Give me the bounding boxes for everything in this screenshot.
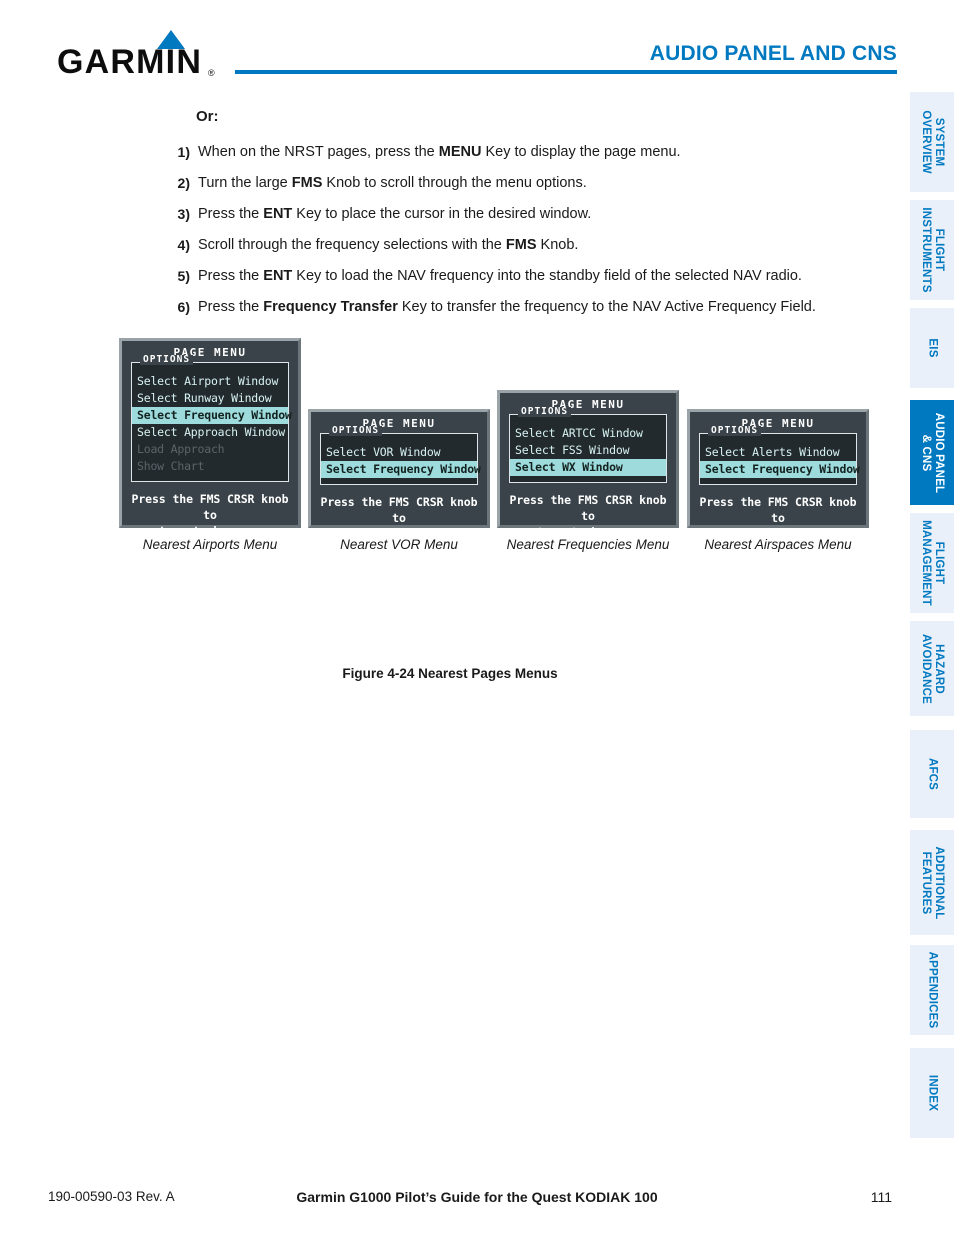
menu-footer-line1: Press the FMS CRSR knob to [699, 495, 857, 525]
menu-caption: Nearest Airspaces Menu [704, 537, 852, 552]
step-number: 6) [177, 299, 190, 315]
menu-footer-line1: Press the FMS CRSR knob to [320, 495, 478, 525]
sidebar-tab-label: FLIGHT INSTRUMENTS [920, 207, 945, 293]
step-text: Scroll through the frequency selections … [198, 237, 579, 253]
step-number: 5) [177, 268, 190, 284]
garmin-registered-mark: ® [208, 68, 215, 78]
g1000-page-menu: PAGE MENU OPTIONS Select Alerts Window Sele… [687, 409, 869, 541]
step-text: Turn the large FMS Knob to scroll throug… [198, 175, 587, 191]
menu-caption: Nearest Frequencies Menu [506, 537, 670, 552]
step-item: 3) Press the ENT Key to place the cursor … [168, 206, 868, 223]
menu-option-item: Load Approach [137, 442, 225, 456]
section-tabs-sidebar: SYSTEM OVERVIEW FLIGHT INSTRUMENTS EIS AUDIO … [910, 0, 954, 1235]
menu-option-item[interactable]: Select Alerts Window [700, 444, 856, 461]
header-rule [235, 70, 897, 74]
step-number: 1) [177, 144, 190, 160]
menu-caption: Nearest Airports Menu [142, 537, 278, 552]
sidebar-tab-flight-instruments[interactable]: FLIGHT INSTRUMENTS [910, 200, 954, 300]
sidebar-tab-system-overview[interactable]: SYSTEM OVERVIEW [910, 92, 954, 192]
garmin-wordmark: GARMIN [57, 43, 203, 81]
menu-footer-line1: Press the FMS CRSR knob to [131, 492, 289, 522]
menu-options-group: OPTIONS Select Alerts Window Select Freque… [699, 426, 860, 485]
menu-option-item[interactable]: Select Airport Window [132, 373, 288, 390]
sidebar-tab-label: EIS [926, 338, 939, 358]
footer-document-title: Garmin G1000 Pilot’s Guide for the Quest… [296, 1189, 658, 1205]
step-item: 6) Press the Frequency Transfer Key to tr… [168, 299, 868, 316]
sidebar-tab-audio-panel-cns[interactable]: AUDIO PANEL & CNS [910, 400, 954, 505]
step-text: Press the Frequency Transfer Key to tran… [198, 299, 816, 315]
sidebar-tab-label: INDEX [926, 1074, 939, 1112]
step-item: 4) Scroll through the frequency selection… [168, 237, 868, 254]
g1000-page-menu: PAGE MENU OPTIONS Select VOR Window Select … [308, 409, 490, 541]
intro-bold: Or: [196, 108, 219, 125]
menu-options-group: OPTIONS Select Airport Window Select Runwa… [131, 355, 292, 482]
menu-option-item[interactable]: Select Frequency Window [700, 461, 860, 478]
sidebar-tab-label: APPENDICES [926, 951, 939, 1029]
menu-options-group: OPTIONS Select ARTCC Window Select FSS Win… [509, 407, 667, 483]
step-number: 4) [177, 237, 190, 253]
sidebar-tab-label: ADDITIONAL FEATURES [920, 846, 945, 919]
step-item: 2) Turn the large FMS Knob to scroll thro… [168, 175, 868, 192]
garmin-logo: GARMIN ® [57, 28, 232, 79]
sidebar-tab-flight-management[interactable]: FLIGHT MANAGEMENT [910, 513, 954, 613]
step-number: 3) [177, 206, 190, 222]
menu-option-item: Show Chart [137, 459, 205, 473]
step-text: Press the ENT Key to load the NAV freque… [198, 268, 802, 284]
g1000-page-menu: PAGE MENU OPTIONS Select ARTCC Window Selec… [497, 390, 679, 539]
sidebar-tab-afcs[interactable]: AFCS [910, 730, 954, 818]
sidebar-tab-label: HAZARD AVOIDANCE [920, 633, 945, 704]
sidebar-tab-appendices[interactable]: APPENDICES [910, 945, 954, 1035]
menu-options-label: OPTIONS [329, 426, 383, 436]
sidebar-tab-hazard-avoidance[interactable]: HAZARD AVOIDANCE [910, 621, 954, 716]
sidebar-tab-index[interactable]: INDEX [910, 1048, 954, 1138]
step-item: 5) Press the ENT Key to load the NAV freq… [168, 268, 868, 285]
menu-option-item[interactable]: Select Runway Window [132, 390, 288, 407]
sidebar-tab-label: AUDIO PANEL & CNS [920, 412, 945, 493]
menu-option-item[interactable]: Select Frequency Window [321, 461, 481, 478]
step-text: Press the ENT Key to place the cursor in… [198, 206, 592, 222]
figure-caption: Figure 4-24 Nearest Pages Menus [342, 666, 558, 681]
menu-options-label: OPTIONS [140, 355, 194, 365]
intro-text: Or: [196, 108, 219, 125]
sidebar-tab-additional-features[interactable]: ADDITIONAL FEATURES [910, 830, 954, 935]
menu-options-group: OPTIONS Select VOR Window Select Frequency… [320, 426, 481, 485]
menu-option-item[interactable]: Select FSS Window [510, 442, 666, 459]
step-number: 2) [177, 175, 190, 191]
footer-page-number: 111 [870, 1189, 892, 1205]
menu-caption: Nearest VOR Menu [340, 537, 458, 552]
menu-option-item[interactable]: Select Frequency Window [132, 407, 292, 424]
sidebar-tab-label: SYSTEM OVERVIEW [920, 110, 945, 174]
g1000-page-menu: PAGE MENU OPTIONS Select Airport Window Sel… [119, 338, 301, 538]
sidebar-tab-label: AFCS [926, 757, 939, 791]
step-text: When on the NRST pages, press the MENU K… [198, 144, 681, 160]
menu-option-item[interactable]: Select ARTCC Window [510, 425, 666, 442]
step-item: 1) When on the NRST pages, press the MENU… [168, 144, 868, 161]
sidebar-tab-label: FLIGHT MANAGEMENT [920, 520, 945, 606]
menu-options-label: OPTIONS [518, 407, 572, 417]
page-footer: 190-00590-03 Rev. A Garmin G1000 Pilot’s… [0, 1175, 954, 1235]
page-title: AUDIO PANEL AND CNS [649, 42, 897, 65]
menu-footer-line1: Press the FMS CRSR knob to [509, 493, 667, 523]
menu-option-item[interactable]: Select VOR Window [321, 444, 477, 461]
page-header: GARMIN ® AUDIO PANEL AND CNS [0, 0, 954, 95]
sidebar-tab-eis[interactable]: EIS [910, 308, 954, 388]
menu-options-label: OPTIONS [708, 426, 762, 436]
menu-option-item[interactable]: Select WX Window [510, 459, 666, 476]
menu-option-item[interactable]: Select Approach Window [132, 424, 288, 441]
